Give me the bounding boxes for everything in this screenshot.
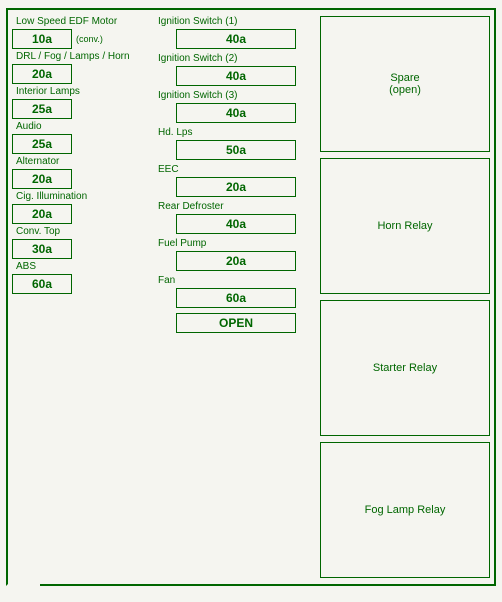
fuse-value-fan: 60a xyxy=(176,288,296,308)
fuse-group-interior: Interior Lamps 25a xyxy=(12,86,152,119)
fuse-value-ign2: 40a xyxy=(176,66,296,86)
fuse-label-ign1: Ignition Switch (1) xyxy=(156,16,316,28)
fuse-group-open: OPEN xyxy=(156,312,316,333)
fuse-label-rear-def: Rear Defroster xyxy=(156,201,316,213)
fuse-label-eec: EEC xyxy=(156,164,316,176)
fuse-value-fuel-pump: 20a xyxy=(176,251,296,271)
fuse-label-fan: Fan xyxy=(156,275,316,287)
relay-horn: Horn Relay xyxy=(320,158,490,294)
fuse-label-alternator: Alternator xyxy=(12,156,59,168)
fuse-group-drl: DRL / Fog / Lamps / Horn 20a xyxy=(12,51,152,84)
fuse-label-conv-top: Conv. Top xyxy=(12,226,60,238)
fuse-label-ign2: Ignition Switch (2) xyxy=(156,53,316,65)
fuse-value-drl: 20a xyxy=(12,64,72,84)
fuse-group-audio: Audio 25a xyxy=(12,121,152,154)
fuse-group-low-speed: Low Speed EDF Motor 10a (conv.) xyxy=(12,16,152,49)
fuse-label-ign3: Ignition Switch (3) xyxy=(156,90,316,102)
fuse-value-cig: 20a xyxy=(12,204,72,224)
fuse-value-conv-top: 30a xyxy=(12,239,72,259)
fuse-label-interior: Interior Lamps xyxy=(12,86,80,98)
fuse-value-ign1: 40a xyxy=(176,29,296,49)
fuse-group-hdlps: Hd. Lps 50a xyxy=(156,127,316,160)
relay-label-spare: Spare(open) xyxy=(389,72,421,96)
fuse-box-diagram: Low Speed EDF Motor 10a (conv.) DRL / Fo… xyxy=(6,8,496,586)
fuse-group-ign1: Ignition Switch (1) 40a xyxy=(156,16,316,49)
fuse-value-abs: 60a xyxy=(12,274,72,294)
left-column: Low Speed EDF Motor 10a (conv.) DRL / Fo… xyxy=(12,16,152,578)
fuse-value-low-speed: 10a xyxy=(12,29,72,49)
fuse-value-interior: 25a xyxy=(12,99,72,119)
corner-cut xyxy=(6,552,40,586)
fuse-label-cig: Cig. Illumination xyxy=(12,191,87,203)
fuse-label-drl: DRL / Fog / Lamps / Horn xyxy=(12,51,130,63)
fuse-label-audio: Audio xyxy=(12,121,42,133)
relay-label-horn: Horn Relay xyxy=(377,220,432,232)
fuse-group-eec: EEC 20a xyxy=(156,164,316,197)
fuse-value-hdlps: 50a xyxy=(176,140,296,160)
fuse-group-abs: ABS 60a xyxy=(12,261,152,294)
fuse-value-alternator: 20a xyxy=(12,169,72,189)
fuse-label-hdlps: Hd. Lps xyxy=(156,127,316,139)
fuse-label-low-speed: Low Speed EDF Motor xyxy=(12,16,117,28)
relay-starter: Starter Relay xyxy=(320,300,490,436)
relay-label-starter: Starter Relay xyxy=(373,362,437,374)
fuse-note-low-speed: (conv.) xyxy=(76,34,103,44)
relay-fog-lamp: Fog Lamp Relay xyxy=(320,442,490,578)
fuse-group-ign2: Ignition Switch (2) 40a xyxy=(156,53,316,86)
right-column: Spare(open) Horn Relay Starter Relay Fog… xyxy=(320,16,490,578)
fuse-group-ign3: Ignition Switch (3) 40a xyxy=(156,90,316,123)
fuse-group-cig: Cig. Illumination 20a xyxy=(12,191,152,224)
fuse-group-conv-top: Conv. Top 30a xyxy=(12,226,152,259)
fuse-value-eec: 20a xyxy=(176,177,296,197)
fuse-group-alternator: Alternator 20a xyxy=(12,156,152,189)
fuse-group-rear-def: Rear Defroster 40a xyxy=(156,201,316,234)
fuse-value-rear-def: 40a xyxy=(176,214,296,234)
fuse-label-fuel-pump: Fuel Pump xyxy=(156,238,316,250)
relay-spare: Spare(open) xyxy=(320,16,490,152)
fuse-value-audio: 25a xyxy=(12,134,72,154)
fuse-value-open: OPEN xyxy=(176,313,296,333)
fuse-label-abs: ABS xyxy=(12,261,36,273)
fuse-group-fan: Fan 60a xyxy=(156,275,316,308)
fuse-value-ign3: 40a xyxy=(176,103,296,123)
relay-label-fog-lamp: Fog Lamp Relay xyxy=(365,504,446,516)
mid-column: Ignition Switch (1) 40a Ignition Switch … xyxy=(156,16,316,578)
fuse-group-fuel-pump: Fuel Pump 20a xyxy=(156,238,316,271)
